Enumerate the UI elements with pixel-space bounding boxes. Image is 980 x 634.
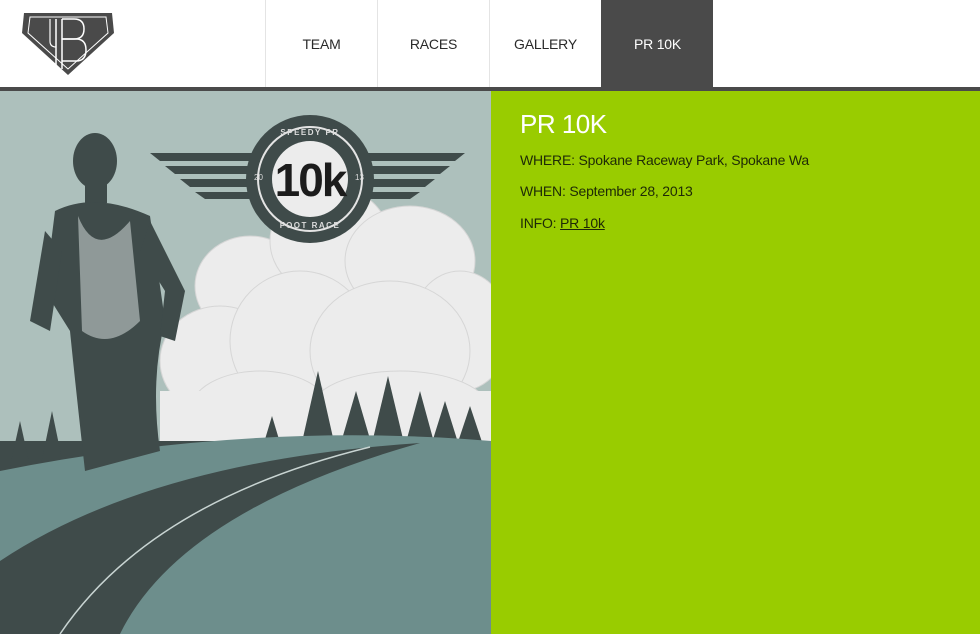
when-label: WHEN: <box>520 183 566 199</box>
badge-main-text: 10k <box>274 154 348 206</box>
info-link[interactable]: PR 10k <box>560 215 605 231</box>
info-label: INFO: <box>520 215 557 231</box>
race-title: PR 10K <box>520 109 607 139</box>
race-where-line: WHERE: Spokane Raceway Park, Spokane Wa <box>520 152 809 168</box>
badge-year-left: 20 <box>254 173 263 182</box>
race-info-panel: PR 10K WHERE: Spokane Raceway Park, Spok… <box>491 91 980 634</box>
where-value: Spokane Raceway Park, Spokane Wa <box>578 152 810 168</box>
when-value: September 28, 2013 <box>569 183 693 199</box>
nav-item-gallery[interactable]: GALLERY <box>489 0 601 87</box>
main-nav: TEAM RACES GALLERY PR 10K <box>265 0 713 88</box>
where-label: WHERE: <box>520 152 575 168</box>
race-poster-image: SPEEDY PR 10k 20 13 FOOT RACE <box>0 91 491 634</box>
diamond-logo-icon <box>22 13 114 75</box>
race-poster-illustration <box>0 91 491 634</box>
site-logo[interactable] <box>22 11 114 77</box>
badge-bottom-text: FOOT RACE <box>279 221 341 230</box>
nav-item-pr-10k[interactable]: PR 10K <box>601 0 713 87</box>
site-header: TEAM RACES GALLERY PR 10K <box>0 0 980 88</box>
race-when-line: WHEN: September 28, 2013 <box>520 183 693 199</box>
badge-top-text: SPEEDY PR <box>280 128 340 137</box>
badge-year-right: 13 <box>355 173 364 182</box>
nav-item-races[interactable]: RACES <box>377 0 489 87</box>
race-info-line: INFO: PR 10k <box>520 215 605 231</box>
nav-item-team[interactable]: TEAM <box>265 0 377 87</box>
